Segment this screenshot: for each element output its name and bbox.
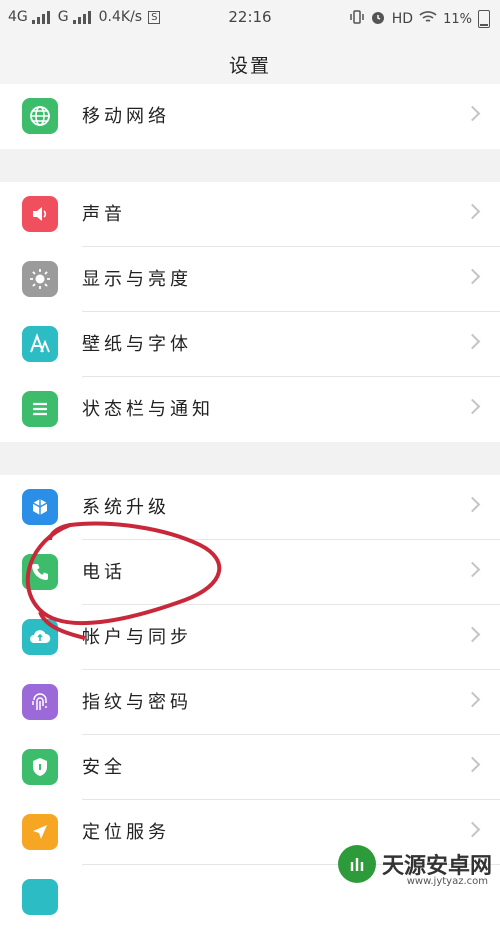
settings-item-mobile-network[interactable]: 移动网络	[0, 84, 500, 149]
chevron-right-icon	[464, 105, 481, 122]
battery-icon	[478, 10, 490, 28]
chevron-right-icon	[464, 561, 481, 578]
alarm-icon	[370, 9, 386, 29]
settings-item-phone[interactable]: 电话	[0, 540, 500, 605]
settings-item-label: 指纹与密码	[82, 692, 192, 713]
upgrade-icon	[22, 489, 58, 525]
settings-item-account-sync[interactable]: 帐户与同步	[0, 605, 500, 670]
hd-label: HD	[391, 11, 414, 27]
chevron-right-icon	[464, 821, 481, 838]
settings-item-statusbar-notification[interactable]: 状态栏与通知	[0, 377, 500, 442]
status-bar: 4G G 0.4K/s S 22:16 HD 11%	[0, 0, 500, 36]
settings-item-system-upgrade[interactable]: 系统升级	[0, 475, 500, 540]
phone-icon	[22, 554, 58, 590]
fingerprint-icon	[22, 684, 58, 720]
settings-item-label: 安全	[82, 757, 126, 778]
chevron-right-icon	[464, 756, 481, 773]
speaker-icon	[22, 196, 58, 232]
watermark-url: www.jytyaz.com	[406, 876, 488, 887]
settings-item-label: 电话	[82, 562, 126, 583]
location-arrow-icon	[22, 814, 58, 850]
settings-item-security[interactable]: 安全	[0, 735, 500, 800]
globe-icon	[22, 98, 58, 134]
chevron-right-icon	[464, 691, 481, 708]
chevron-right-icon	[464, 333, 481, 350]
settings-item-label: 移动网络	[82, 106, 170, 127]
notification-list-icon	[22, 391, 58, 427]
settings-item-display-brightness[interactable]: 显示与亮度	[0, 247, 500, 312]
chevron-right-icon	[464, 203, 481, 220]
wifi-icon	[419, 10, 437, 28]
vibrate-icon	[350, 9, 364, 29]
cloud-sync-icon	[22, 619, 58, 655]
status-right: HD 11%	[350, 9, 490, 29]
settings-item-label: 系统升级	[82, 497, 170, 518]
settings-item-label: 帐户与同步	[82, 627, 192, 648]
settings-item-wallpaper-font[interactable]: 壁纸与字体	[0, 312, 500, 377]
settings-group-display: 声音 显示与亮度 壁纸与字体 状态栏与通知	[0, 182, 500, 442]
chevron-right-icon	[464, 496, 481, 513]
chevron-right-icon	[464, 268, 481, 285]
shield-icon	[22, 749, 58, 785]
watermark: 天源安卓网 www.jytyaz.com	[337, 845, 492, 887]
battery-percent: 11%	[443, 11, 472, 27]
font-icon	[22, 326, 58, 362]
settings-item-sound[interactable]: 声音	[0, 182, 500, 247]
settings-item-label: 声音	[82, 204, 126, 225]
settings-item-label: 显示与亮度	[82, 269, 192, 290]
watermark-logo-icon	[337, 845, 376, 883]
settings-item-label: 壁纸与字体	[82, 334, 192, 355]
settings-group-network: 移动网络	[0, 84, 500, 149]
brightness-icon	[22, 261, 58, 297]
settings-item-label: 状态栏与通知	[82, 399, 214, 420]
settings-item-fingerprint-password[interactable]: 指纹与密码	[0, 670, 500, 735]
app-icon	[22, 879, 58, 915]
chevron-right-icon	[464, 626, 481, 643]
chevron-right-icon	[464, 398, 481, 415]
settings-item-label: 定位服务	[82, 822, 170, 843]
